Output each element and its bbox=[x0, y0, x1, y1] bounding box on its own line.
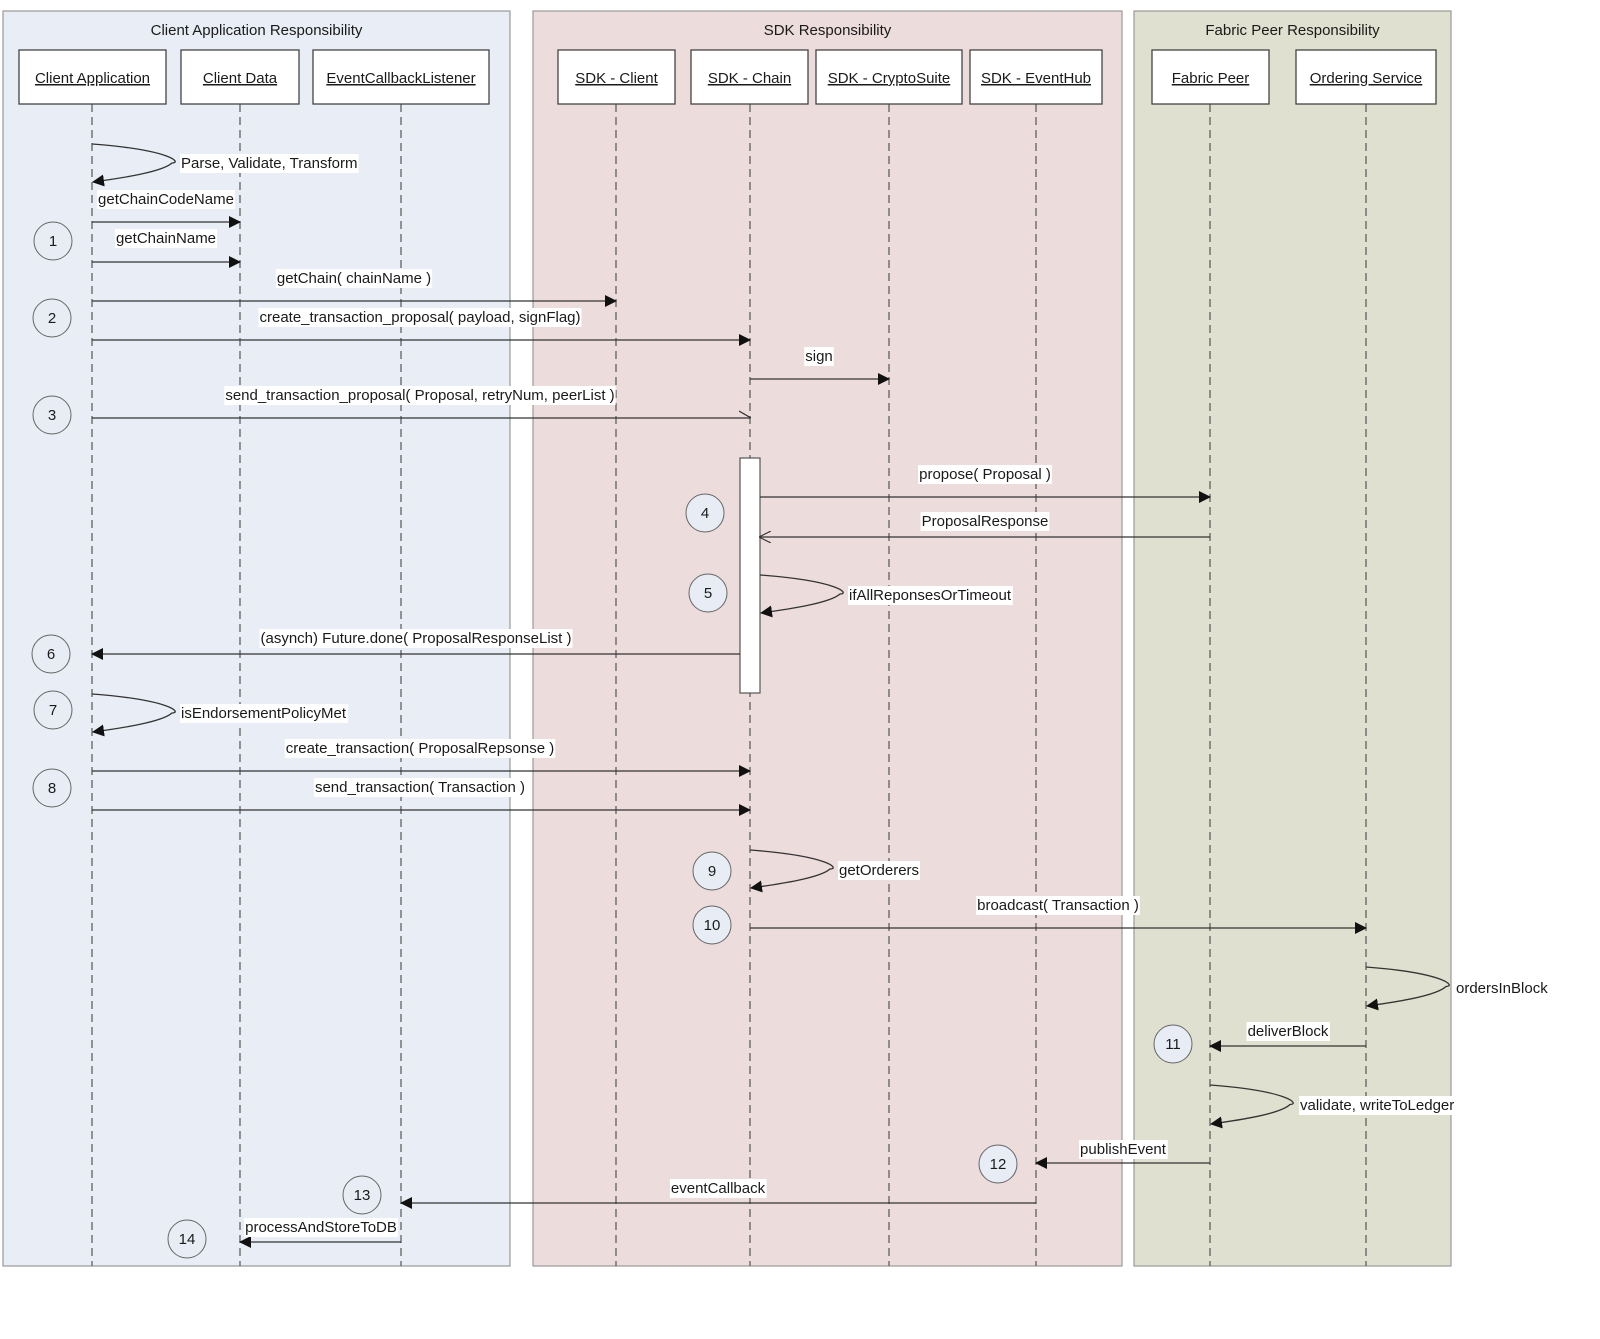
actor-label: Ordering Service bbox=[1310, 70, 1423, 87]
message-label: processAndStoreToDB bbox=[245, 1219, 397, 1236]
message-label: (asynch) Future.done( ProposalResponseLi… bbox=[261, 630, 572, 647]
actor-sdk_eventhub: SDK - EventHub bbox=[969, 49, 1103, 105]
message-label: propose( Proposal ) bbox=[919, 466, 1051, 483]
message-label: isEndorsementPolicyMet bbox=[181, 705, 347, 722]
actor-label: EventCallbackListener bbox=[326, 70, 475, 87]
activation-bar bbox=[739, 457, 761, 694]
step-marker: 9 bbox=[692, 851, 732, 891]
message-label: ordersInBlock bbox=[1456, 980, 1548, 997]
step-marker: 13 bbox=[342, 1175, 382, 1215]
message-label: deliverBlock bbox=[1248, 1023, 1329, 1040]
step-marker: 10 bbox=[692, 905, 732, 945]
actor-client_data: Client Data bbox=[180, 49, 300, 105]
step-number: 1 bbox=[49, 233, 57, 250]
step-number: 7 bbox=[49, 702, 57, 719]
actor-label: Client Application bbox=[35, 70, 150, 87]
actor-sdk_client: SDK - Client bbox=[557, 49, 676, 105]
actor-orderer: Ordering Service bbox=[1295, 49, 1437, 105]
message-label: sign bbox=[805, 348, 833, 365]
message-label: ifAllReponsesOrTimeout bbox=[849, 587, 1012, 604]
step-number: 13 bbox=[354, 1187, 371, 1204]
step-number: 9 bbox=[708, 863, 716, 880]
actor-sdk_crypto: SDK - CryptoSuite bbox=[815, 49, 963, 105]
panel-title: Client Application Responsibility bbox=[151, 22, 363, 39]
message-label: ProposalResponse bbox=[922, 513, 1049, 530]
sequence-diagram: Client Application Responsibility SDK Res… bbox=[2, 10, 1550, 1267]
message-label: send_transaction_proposal( Proposal, ret… bbox=[225, 387, 614, 404]
actor-label: Client Data bbox=[203, 70, 278, 87]
actor-label: SDK - Chain bbox=[708, 70, 791, 87]
step-number: 6 bbox=[47, 646, 55, 663]
message-label: validate, writeToLedger bbox=[1300, 1097, 1454, 1114]
message-label: getOrderers bbox=[839, 862, 919, 879]
step-marker: 7 bbox=[33, 690, 73, 730]
actor-label: Fabric Peer bbox=[1172, 70, 1250, 87]
step-marker: 2 bbox=[32, 298, 72, 338]
message-label: send_transaction( Transaction ) bbox=[315, 779, 525, 796]
step-marker: 5 bbox=[688, 573, 728, 613]
step-number: 5 bbox=[704, 585, 712, 602]
actor-label: SDK - CryptoSuite bbox=[828, 70, 951, 87]
panel-title: Fabric Peer Responsibility bbox=[1205, 22, 1380, 39]
step-number: 12 bbox=[990, 1156, 1007, 1173]
actor-fabric_peer: Fabric Peer bbox=[1151, 49, 1270, 105]
actor-client_app: Client Application bbox=[18, 49, 167, 105]
message-label: eventCallback bbox=[671, 1180, 766, 1197]
step-number: 4 bbox=[701, 505, 709, 522]
actor-label: SDK - EventHub bbox=[981, 70, 1091, 87]
step-marker: 6 bbox=[31, 634, 71, 674]
actor-label: SDK - Client bbox=[575, 70, 658, 87]
step-marker: 3 bbox=[32, 395, 72, 435]
step-marker: 4 bbox=[685, 493, 725, 533]
step-number: 3 bbox=[48, 407, 56, 424]
step-number: 10 bbox=[704, 917, 721, 934]
step-marker: 8 bbox=[32, 768, 72, 808]
panel-background bbox=[532, 10, 1123, 1267]
panel-background bbox=[1133, 10, 1452, 1267]
step-marker: 12 bbox=[978, 1144, 1018, 1184]
message-label: broadcast( Transaction ) bbox=[977, 897, 1139, 914]
actor-sdk_chain: SDK - Chain bbox=[690, 49, 809, 105]
message-label: create_transaction( ProposalRepsonse ) bbox=[286, 740, 554, 757]
panel-title: SDK Responsibility bbox=[764, 22, 892, 39]
step-marker: 11 bbox=[1153, 1024, 1193, 1064]
step-marker: 14 bbox=[167, 1219, 207, 1259]
message-label: getChainName bbox=[116, 230, 216, 247]
step-number: 14 bbox=[179, 1231, 196, 1248]
step-number: 2 bbox=[48, 310, 56, 327]
panel-sdk: SDK Responsibility bbox=[532, 10, 1123, 1267]
message-label: Parse, Validate, Transform bbox=[181, 155, 357, 172]
message-label: publishEvent bbox=[1080, 1141, 1167, 1158]
step-number: 8 bbox=[48, 780, 56, 797]
message-label: create_transaction_proposal( payload, si… bbox=[259, 309, 580, 326]
actor-event_listener: EventCallbackListener bbox=[312, 49, 490, 105]
step-marker: 1 bbox=[33, 221, 73, 261]
panel-fabric: Fabric Peer Responsibility bbox=[1133, 10, 1452, 1267]
message-label: getChainCodeName bbox=[98, 191, 234, 208]
step-number: 11 bbox=[1165, 1036, 1181, 1053]
message-label: getChain( chainName ) bbox=[277, 270, 431, 287]
